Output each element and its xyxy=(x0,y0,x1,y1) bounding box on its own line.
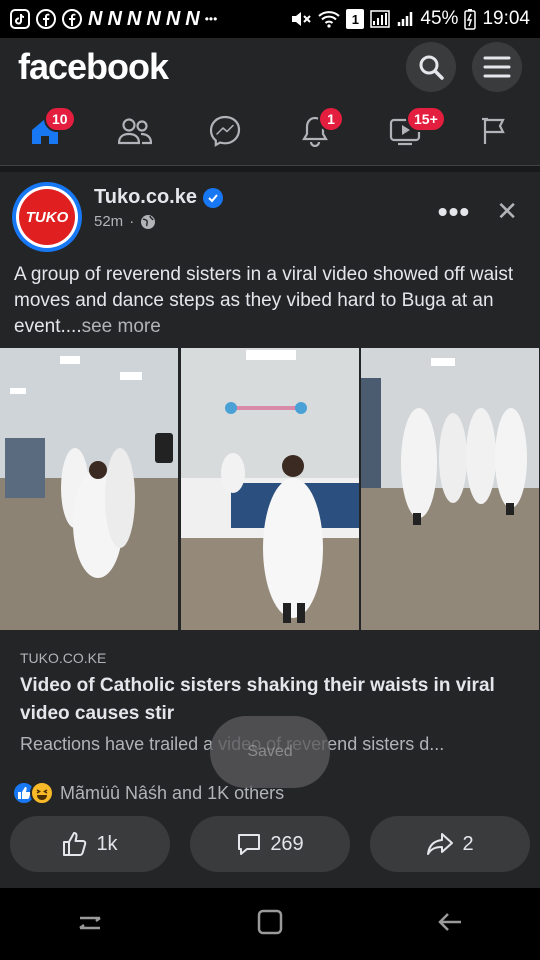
recent-apps-icon xyxy=(79,916,101,929)
share-icon xyxy=(427,833,454,855)
home-square-icon xyxy=(257,909,283,934)
status-right: 1 45% 19:04 xyxy=(290,8,530,30)
news-notification-icon: N xyxy=(88,7,102,30)
more-options-button[interactable]: ••• xyxy=(438,197,470,225)
post-time-row: 52m · xyxy=(94,213,438,230)
tab-home[interactable]: 10 xyxy=(0,96,90,166)
facebook-icon xyxy=(36,9,56,29)
photo-2[interactable] xyxy=(180,348,360,630)
messenger-icon xyxy=(209,115,241,147)
post-header: TUKO Tuko.co.ke 52m · ••• ✕ xyxy=(0,166,540,262)
facebook-logo[interactable]: facebook xyxy=(18,46,390,88)
back-button[interactable] xyxy=(436,908,464,941)
facebook-icon xyxy=(62,9,82,29)
tab-notifications[interactable]: 1 xyxy=(270,96,360,166)
battery-icon xyxy=(464,8,477,30)
news-notification-icon: N xyxy=(126,7,141,30)
battery-percent: 45% xyxy=(420,8,459,29)
see-more-link[interactable]: see more xyxy=(82,316,161,337)
app-header: facebook xyxy=(0,38,540,96)
share-count: 2 xyxy=(462,832,474,855)
hamburger-icon xyxy=(483,56,511,78)
back-arrow-icon xyxy=(438,912,461,931)
like-count: 1k xyxy=(96,832,118,855)
post-action-row: 1k 269 2 xyxy=(0,816,540,876)
tab-watch[interactable]: 15+ xyxy=(360,96,450,166)
friends-icon xyxy=(118,117,152,144)
signal-icon xyxy=(370,10,391,28)
home-badge: 10 xyxy=(44,105,76,132)
news-notification-icon: N xyxy=(165,7,180,30)
sim-icon: 1 xyxy=(346,9,365,29)
recent-apps-button[interactable] xyxy=(76,908,104,941)
photo-1[interactable] xyxy=(0,348,179,630)
clock: 19:04 xyxy=(482,8,530,29)
verified-icon xyxy=(203,187,223,208)
news-notification-icon: N xyxy=(107,7,121,30)
status-left: N N N N N N ••• xyxy=(10,8,290,31)
news-notification-icon: N xyxy=(185,7,199,30)
post-actions: ••• ✕ xyxy=(438,196,518,227)
sim-label: 1 xyxy=(351,11,360,27)
flag-icon xyxy=(482,117,505,144)
share-button[interactable]: 2 xyxy=(370,816,530,872)
notifications-badge: 1 xyxy=(318,105,344,132)
status-bar: N N N N N N ••• 1 45% 19:04 xyxy=(0,0,540,38)
tab-friends[interactable] xyxy=(90,96,180,166)
time-separator: · xyxy=(129,213,135,230)
signal-icon xyxy=(396,10,414,28)
watch-badge: 15+ xyxy=(406,105,446,132)
menu-button[interactable] xyxy=(472,42,522,92)
post-photos[interactable] xyxy=(0,348,540,630)
news-notification-icon: N xyxy=(146,7,160,30)
mute-icon xyxy=(290,9,312,29)
home-button[interactable] xyxy=(256,908,284,941)
link-preview[interactable]: TUKO.CO.KE Video of Catholic sisters sha… xyxy=(0,630,540,788)
search-icon xyxy=(419,55,444,80)
close-icon[interactable]: ✕ xyxy=(496,196,518,227)
post-caption: A group of reverend sisters in a viral v… xyxy=(0,262,540,348)
thumbs-up-icon xyxy=(63,832,87,856)
android-nav-bar xyxy=(0,888,540,960)
search-button[interactable] xyxy=(406,42,456,92)
wifi-icon xyxy=(318,10,341,28)
post-meta: Tuko.co.ke 52m · xyxy=(94,186,438,230)
comment-button[interactable]: 269 xyxy=(190,816,350,872)
comment-icon xyxy=(238,834,261,855)
comment-count: 269 xyxy=(270,832,304,855)
globe-icon xyxy=(141,214,156,229)
more-notifications-icon: ••• xyxy=(204,12,218,26)
avatar[interactable]: TUKO xyxy=(12,182,82,252)
tab-messenger[interactable] xyxy=(180,96,270,166)
page-name[interactable]: Tuko.co.ke xyxy=(94,186,197,209)
tab-pages[interactable] xyxy=(450,96,540,166)
avatar-ring: TUKO xyxy=(16,186,78,248)
tuko-logo: TUKO xyxy=(19,189,75,245)
saved-toast: Saved xyxy=(210,716,330,788)
like-button[interactable]: 1k xyxy=(10,816,170,872)
post-time[interactable]: 52m xyxy=(94,213,123,230)
tiktok-icon xyxy=(10,9,30,29)
photo-3[interactable] xyxy=(361,348,540,630)
link-domain: TUKO.CO.KE xyxy=(20,650,107,666)
top-nav: 10 1 15+ xyxy=(0,96,540,166)
page-name-row: Tuko.co.ke xyxy=(94,186,438,209)
haha-reaction-icon xyxy=(30,781,54,805)
facebook-app: facebook 10 1 15+ TUKO Tuko.co.ke 52m · … xyxy=(0,38,540,888)
